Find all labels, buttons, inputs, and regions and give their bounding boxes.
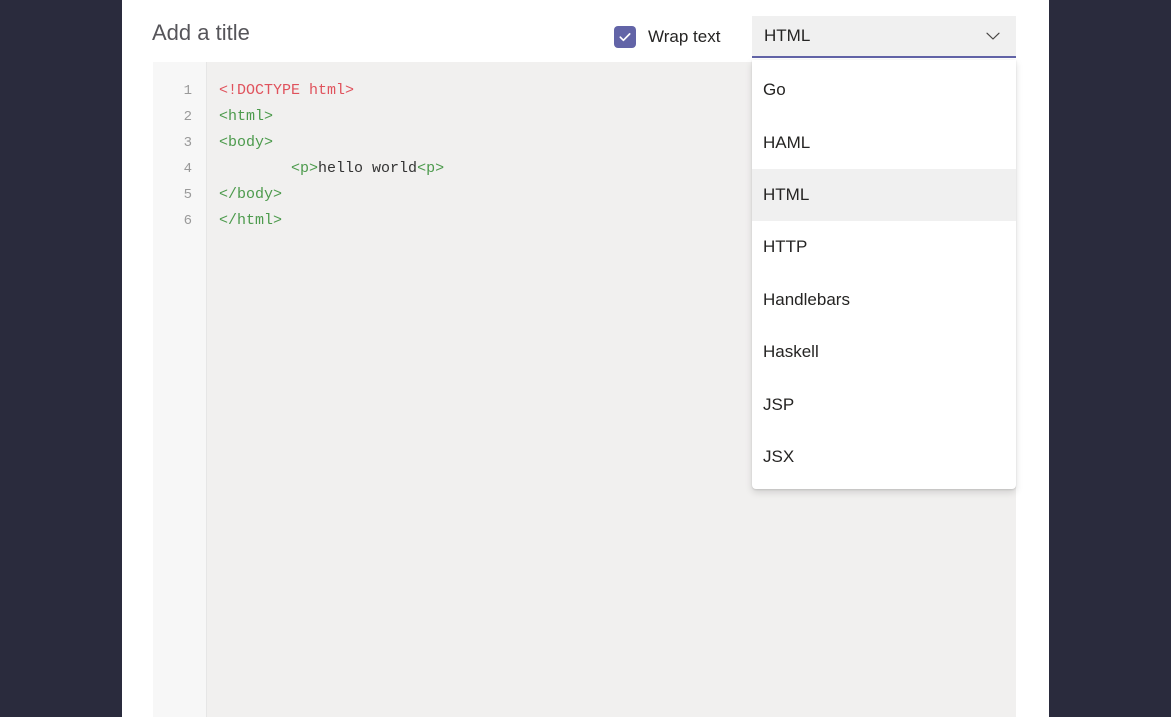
language-option-haskell[interactable]: Haskell xyxy=(752,326,1016,378)
code-token-text xyxy=(219,160,291,177)
code-token-doctype: <!DOCTYPE html> xyxy=(219,82,354,99)
code-token-text: hello world xyxy=(318,160,417,177)
content-card: Wrap text HTML GoHAMLHTMLHTTPHandlebarsH… xyxy=(122,0,1049,717)
line-number: 5 xyxy=(153,182,206,208)
line-number: 1 xyxy=(153,78,206,104)
language-dropdown: HTML GoHAMLHTMLHTTPHandlebarsHaskellJSPJ… xyxy=(752,16,1016,58)
code-token-tag: <html> xyxy=(219,108,273,125)
check-icon xyxy=(618,30,632,44)
wrap-text-label: Wrap text xyxy=(648,27,720,47)
line-number: 4 xyxy=(153,156,206,182)
language-option-jsp[interactable]: JSP xyxy=(752,378,1016,430)
line-number: 2 xyxy=(153,104,206,130)
line-number-gutter: 123456 xyxy=(153,62,207,717)
language-option-http[interactable]: HTTP xyxy=(752,221,1016,273)
language-dropdown-value: HTML xyxy=(764,26,810,46)
language-option-haml[interactable]: HAML xyxy=(752,116,1016,168)
title-input[interactable] xyxy=(152,20,582,46)
code-token-tag: <body> xyxy=(219,134,273,151)
code-token-tag: <p> xyxy=(291,160,318,177)
language-option-go[interactable]: Go xyxy=(752,64,1016,116)
line-number: 6 xyxy=(153,208,206,234)
chevron-down-icon[interactable] xyxy=(982,25,1004,47)
code-token-tag: </body> xyxy=(219,186,282,203)
language-dropdown-trigger[interactable]: HTML xyxy=(752,16,1016,58)
editor-header: Wrap text HTML GoHAMLHTMLHTTPHandlebarsH… xyxy=(122,0,1049,62)
code-token-tag: </html> xyxy=(219,212,282,229)
app-root: Wrap text HTML GoHAMLHTMLHTTPHandlebarsH… xyxy=(0,0,1171,717)
language-option-html[interactable]: HTML xyxy=(752,169,1016,221)
line-number: 3 xyxy=(153,130,206,156)
wrap-text-group: Wrap text xyxy=(614,24,720,50)
language-option-handlebars[interactable]: Handlebars xyxy=(752,274,1016,326)
language-option-jsx[interactable]: JSX xyxy=(752,431,1016,483)
language-dropdown-list: GoHAMLHTMLHTTPHandlebarsHaskellJSPJSX xyxy=(752,60,1016,489)
code-token-tag: <p> xyxy=(417,160,444,177)
wrap-text-checkbox[interactable] xyxy=(614,26,636,48)
